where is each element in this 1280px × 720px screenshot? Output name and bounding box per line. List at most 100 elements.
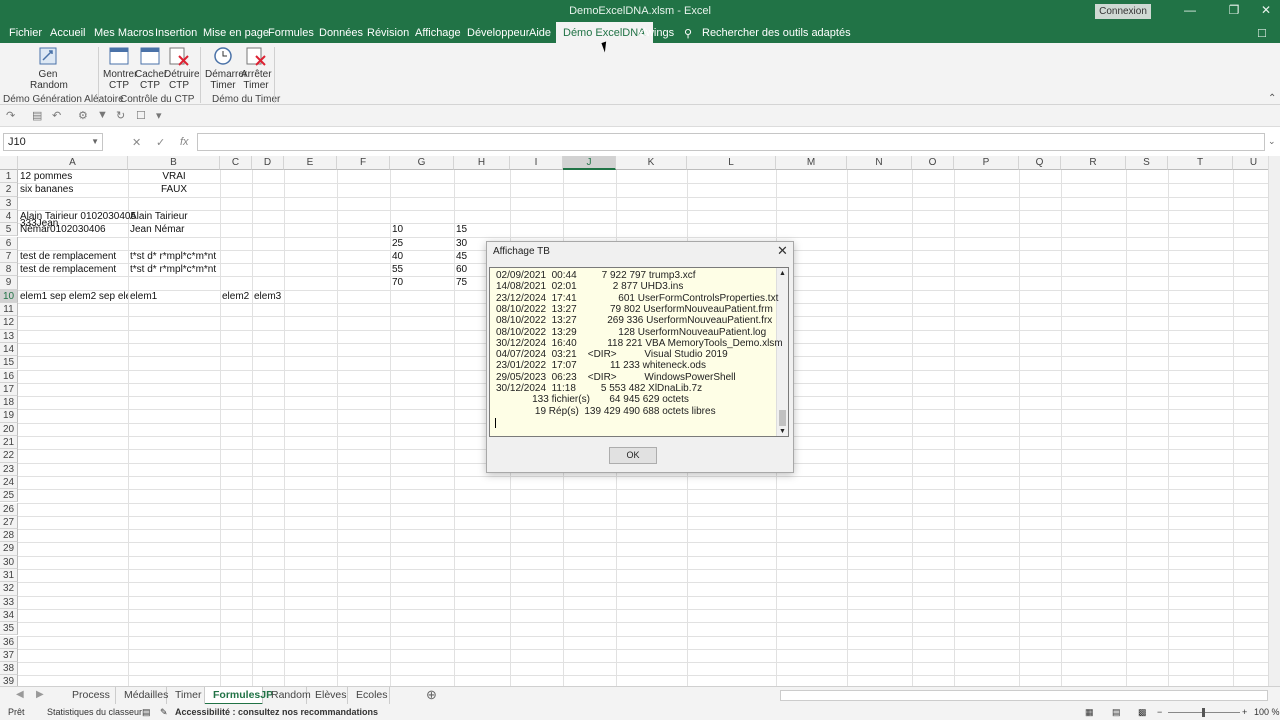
chevron-down-icon[interactable]: ▼ xyxy=(91,137,99,146)
page-break-icon[interactable]: ▩ xyxy=(1138,707,1147,718)
zoom-in-icon[interactable]: + xyxy=(1242,707,1247,717)
sheet-tab[interactable]: Timer xyxy=(167,687,205,705)
cell-B10[interactable]: elem1 xyxy=(130,291,157,302)
row-header[interactable]: 3 xyxy=(0,196,18,210)
sheet-tab[interactable]: Process xyxy=(64,687,116,705)
cell-D10[interactable]: elem3 xyxy=(254,291,281,302)
tab-accueil[interactable]: Accueil xyxy=(50,27,85,39)
dialog-close-icon[interactable]: ✕ xyxy=(777,243,788,259)
checkbox-icon[interactable]: ☐ xyxy=(136,109,146,122)
tell-me-search[interactable]: Rechercher des outils adaptés xyxy=(702,27,851,39)
sheet-tab[interactable]: Random xyxy=(263,687,311,705)
page-layout-icon[interactable]: ▤ xyxy=(1112,707,1121,718)
column-header[interactable]: R xyxy=(1061,156,1126,170)
row-header[interactable]: 29 xyxy=(0,542,18,556)
tab-affichage[interactable]: Affichage xyxy=(415,27,461,39)
row-header[interactable]: 2 xyxy=(0,183,18,197)
gen-random-button[interactable]: Gen Random xyxy=(30,46,68,91)
horizontal-scrollbar[interactable] xyxy=(780,690,1268,701)
comments-icon[interactable]: □ xyxy=(1258,25,1266,40)
refresh-icon[interactable]: ↻ xyxy=(116,109,125,122)
row-header[interactable]: 14 xyxy=(0,342,18,357)
column-header[interactable]: S xyxy=(1126,156,1168,170)
cell-B5[interactable]: Jean Némar xyxy=(130,224,184,235)
row-header[interactable]: 5 xyxy=(0,223,18,237)
tab-mes-macros[interactable]: Mes Macros xyxy=(94,27,154,39)
column-header[interactable]: L xyxy=(687,156,776,170)
column-header[interactable]: P xyxy=(954,156,1019,170)
cancel-icon[interactable]: ✕ xyxy=(132,136,141,149)
row-header[interactable]: 11 xyxy=(0,303,18,317)
connections-icon[interactable]: ⚙ xyxy=(78,109,88,122)
column-header[interactable]: U xyxy=(1233,156,1268,170)
stop-timer-button[interactable]: Arrêter Timer xyxy=(241,46,272,91)
next-sheet-icon[interactable]: ▶ xyxy=(36,689,44,700)
cell-B7[interactable]: t*st d* r*mpl*c*m*nt xyxy=(130,251,216,262)
cell-H8[interactable]: 60 xyxy=(456,264,467,275)
hide-ctp-button[interactable]: Cacher CTP xyxy=(135,46,167,91)
form-icon[interactable]: ▤ xyxy=(32,109,42,122)
column-header[interactable]: B xyxy=(128,156,220,170)
customize-qat-icon[interactable]: ▾ xyxy=(156,109,162,122)
row-header[interactable]: 35 xyxy=(0,622,18,636)
column-header[interactable]: K xyxy=(616,156,687,170)
row-header[interactable]: 26 xyxy=(0,502,18,516)
close-icon[interactable]: ✕ xyxy=(1256,3,1276,17)
cell-H5[interactable]: 15 xyxy=(456,224,467,235)
row-header[interactable]: 22 xyxy=(0,449,18,463)
row-header[interactable]: 23 xyxy=(0,462,18,476)
select-all-corner[interactable] xyxy=(0,156,18,170)
row-header[interactable]: 12 xyxy=(0,316,18,330)
zoom-slider-thumb[interactable] xyxy=(1202,708,1205,717)
cell-G6[interactable]: 25 xyxy=(392,238,403,249)
tab-aide[interactable]: Aide xyxy=(529,27,551,39)
start-timer-button[interactable]: Démarrer Timer xyxy=(205,46,247,91)
sheet-tab[interactable]: Médailles xyxy=(116,687,168,705)
scroll-down-icon[interactable]: ▼ xyxy=(779,426,786,436)
tab-formules[interactable]: Formules xyxy=(268,27,314,39)
column-header[interactable]: E xyxy=(284,156,337,170)
minimize-icon[interactable]: — xyxy=(1180,3,1200,17)
row-header[interactable]: 4 xyxy=(0,209,18,224)
filter-icon[interactable]: ▼ xyxy=(97,109,108,121)
row-header[interactable]: 17 xyxy=(0,382,18,397)
column-header[interactable]: Q xyxy=(1019,156,1061,170)
tab-xlwings[interactable]: xlwings xyxy=(638,27,674,39)
row-header[interactable]: 8 xyxy=(0,263,18,277)
cell-B2[interactable]: FAUX xyxy=(128,184,220,195)
tab-revision[interactable]: Révision xyxy=(367,27,409,39)
show-ctp-button[interactable]: Montrer CTP xyxy=(103,46,137,91)
signin-button[interactable]: Connexion xyxy=(1095,4,1151,19)
column-header[interactable]: C xyxy=(220,156,252,170)
row-header[interactable]: 33 xyxy=(0,595,18,609)
zoom-out-icon[interactable]: − xyxy=(1157,707,1162,717)
cell-A10[interactable]: elem1 sep elem2 sep elem xyxy=(20,291,128,302)
row-header[interactable]: 34 xyxy=(0,608,18,623)
restore-icon[interactable]: ❐ xyxy=(1224,3,1244,17)
sheet-tab[interactable]: Ecoles xyxy=(348,687,390,705)
zoom-level[interactable]: 100 % xyxy=(1254,707,1280,717)
cell-B1[interactable]: VRAI xyxy=(128,171,220,182)
fx-icon[interactable]: fx xyxy=(180,136,189,148)
scroll-up-icon[interactable]: ▲ xyxy=(779,268,786,279)
redo-icon[interactable]: ↷ xyxy=(6,109,15,122)
enter-icon[interactable]: ✓ xyxy=(156,136,165,149)
row-header[interactable]: 15 xyxy=(0,356,18,370)
tab-mise-en-page[interactable]: Mise en page xyxy=(203,27,269,39)
row-header[interactable]: 32 xyxy=(0,582,18,596)
add-sheet-icon[interactable]: ⊕ xyxy=(426,687,437,703)
row-header[interactable]: 31 xyxy=(0,569,18,583)
row-header[interactable]: 18 xyxy=(0,396,18,410)
vertical-scrollbar[interactable] xyxy=(1268,156,1280,686)
row-header[interactable]: 20 xyxy=(0,422,18,436)
row-header[interactable]: 24 xyxy=(0,475,18,490)
column-header[interactable]: A xyxy=(18,156,128,170)
cell-A8[interactable]: test de remplacement xyxy=(20,264,116,275)
column-header[interactable]: G xyxy=(390,156,454,170)
cell-A1[interactable]: 12 pommes xyxy=(20,171,72,182)
row-header[interactable]: 28 xyxy=(0,529,18,543)
column-header[interactable]: J xyxy=(563,156,616,170)
destroy-ctp-button[interactable]: Détruire CTP xyxy=(164,46,200,91)
accessibility-status[interactable]: Accessibilité : consultez nos recommanda… xyxy=(175,707,378,717)
formula-input[interactable] xyxy=(197,133,1265,151)
